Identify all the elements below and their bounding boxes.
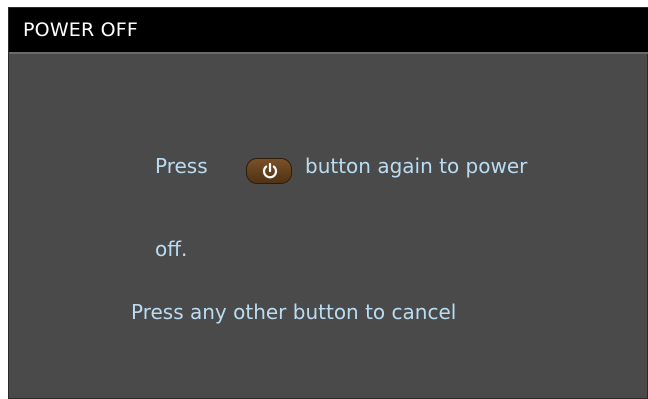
power-icon [262,162,278,179]
message-press-label: Press [155,154,208,178]
dialog-title-bar: POWER OFF [9,8,648,54]
message-power-again: button again to power [305,154,528,178]
dialog-title: POWER OFF [23,19,139,41]
power-off-dialog: POWER OFF Press button again to power of… [8,7,648,399]
power-button-glyph [246,158,292,184]
message-off: off. [155,237,188,261]
message-cancel: Press any other button to cancel [131,300,457,324]
